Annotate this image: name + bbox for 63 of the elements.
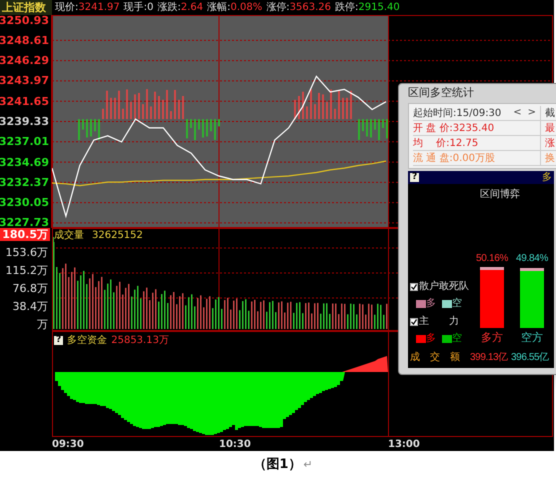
legend-label: 多 bbox=[426, 332, 436, 346]
quote-value: 0 bbox=[147, 1, 154, 15]
info-text: 截 bbox=[540, 106, 555, 120]
legend-label: 散户敢死队 bbox=[419, 280, 469, 294]
quote-label: 涨停: bbox=[266, 0, 290, 15]
panel-title: 成交量 bbox=[54, 230, 84, 242]
panel-title: 多空资金 bbox=[67, 334, 108, 348]
panel-value: 32625152 bbox=[92, 230, 143, 242]
info-text: 换 bbox=[540, 150, 555, 166]
price-tick: 3232.37 bbox=[0, 176, 49, 189]
quote-label: 涨跌: bbox=[157, 0, 181, 15]
volume-tick: 153.6万 bbox=[4, 246, 49, 259]
amount-label: 396.55亿 bbox=[511, 351, 550, 365]
price-tick: 3230.05 bbox=[0, 196, 49, 210]
volume-tick: 万 bbox=[36, 318, 49, 331]
legend-label: 多 bbox=[426, 297, 436, 311]
quote-value: 2.64 bbox=[180, 1, 204, 15]
chart-title: 区间博弈 bbox=[480, 188, 520, 202]
price-tick: 3227.73 bbox=[0, 216, 49, 230]
volume-tick: 76.8万 bbox=[12, 282, 49, 295]
info-text: 开 盘 价:3235.40 bbox=[413, 122, 494, 136]
price-tick: 3248.61 bbox=[0, 34, 49, 47]
price-tick: 3250.93 bbox=[0, 14, 49, 27]
quote-label: 跌停: bbox=[335, 0, 358, 15]
volume-tick: 180.5万 bbox=[0, 228, 50, 241]
price-tick: 3246.29 bbox=[0, 54, 49, 68]
quote-value: 3241.97 bbox=[78, 1, 120, 15]
paragraph-mark: ↵ bbox=[303, 456, 313, 473]
info-text: 涨 bbox=[540, 136, 555, 150]
volume-tick: 115.2万 bbox=[4, 264, 49, 277]
info-text: 最 bbox=[540, 120, 555, 136]
legend-label: 空 bbox=[452, 296, 462, 311]
price-tick: 3239.33 bbox=[0, 115, 49, 128]
index-name: 上证指数 bbox=[0, 0, 52, 15]
price-tick: 3234.69 bbox=[0, 156, 49, 169]
percent-label: 49.84% bbox=[516, 252, 548, 266]
panel-value: 25853.13万 bbox=[111, 334, 169, 348]
quote-label: 现手: bbox=[124, 0, 148, 15]
volume-tick: 38.4万 bbox=[12, 300, 49, 313]
legend-label: 主 力 bbox=[419, 314, 459, 329]
time-tick: 10:30 bbox=[219, 438, 251, 450]
price-tick: 3241.65 bbox=[0, 94, 49, 108]
time-tick: 09:30 bbox=[52, 438, 84, 450]
quote-value: 2915.40 bbox=[358, 1, 400, 15]
header-text: 多 bbox=[542, 171, 552, 185]
bar-label: 多方 bbox=[481, 330, 503, 346]
turnover-label: 成 交 额 bbox=[409, 350, 461, 365]
bar-label: 空方 bbox=[521, 330, 543, 346]
quote-value: 3563.26 bbox=[290, 1, 332, 15]
amount-label: 399.13亿 bbox=[470, 351, 509, 365]
window-title: 区间多空统计 bbox=[408, 85, 474, 102]
quote-label: 涨幅: bbox=[207, 0, 230, 15]
figure-caption: （图1） bbox=[253, 456, 302, 474]
legend-label: 空 bbox=[452, 332, 462, 346]
quote-label: 现价: bbox=[55, 1, 78, 15]
info-text: 均 价:12.75 bbox=[413, 136, 478, 150]
percent-label: 50.16% bbox=[476, 252, 508, 266]
info-text: 流 通 盘:0.00万股 bbox=[413, 152, 495, 166]
info-text: 起始时间:15/09:30 bbox=[413, 106, 502, 120]
price-tick: 3243.97 bbox=[0, 74, 49, 88]
time-tick: 13:00 bbox=[388, 438, 420, 450]
price-tick: 3237.01 bbox=[0, 135, 49, 148]
quote-value: 0.08% bbox=[230, 1, 262, 15]
